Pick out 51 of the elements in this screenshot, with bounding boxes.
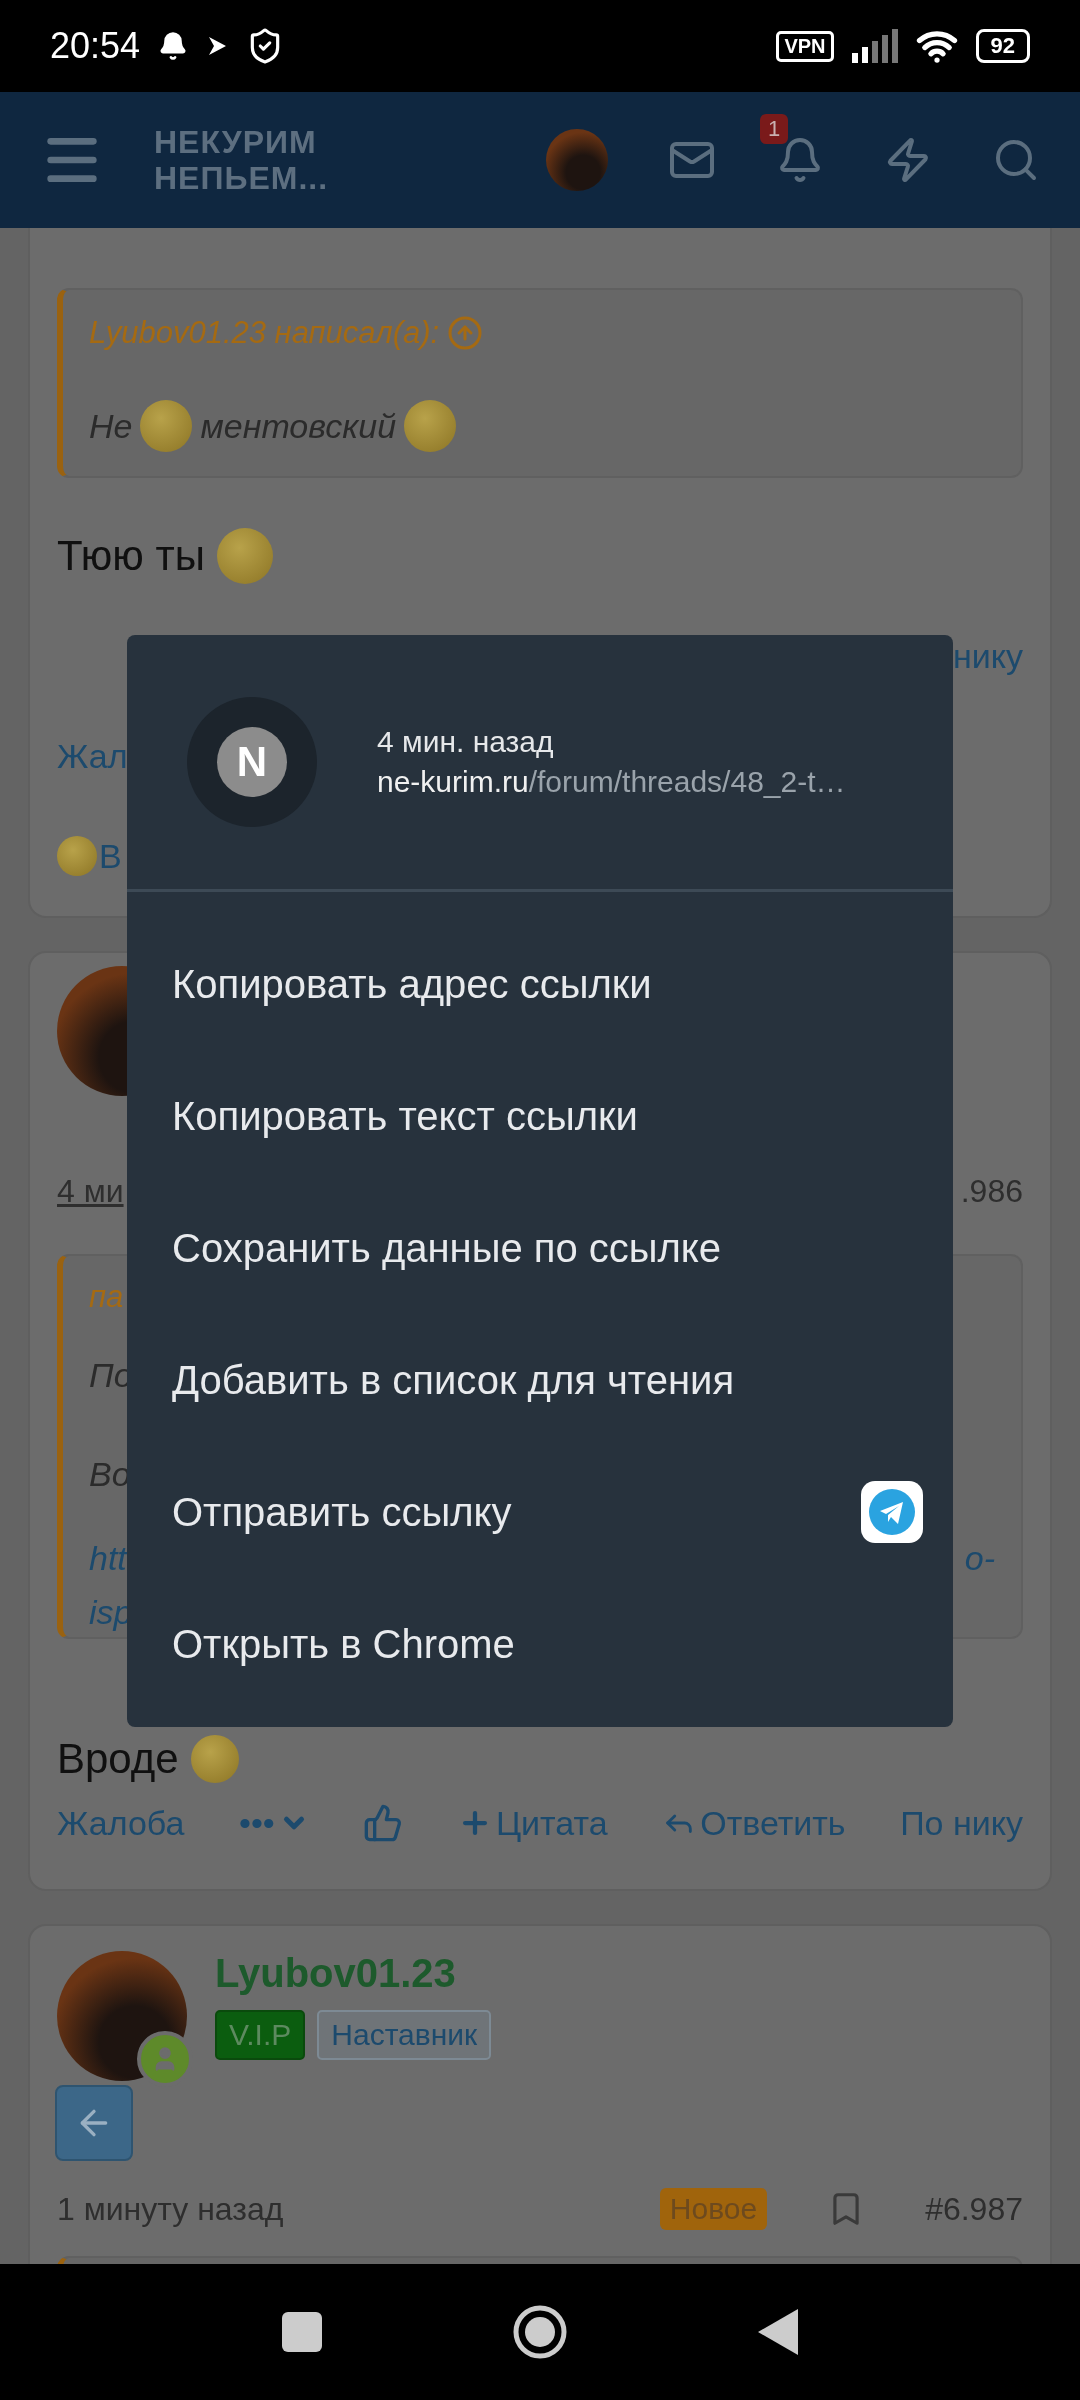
favicon-letter: N xyxy=(217,727,287,797)
menu-item[interactable]: Сохранить данные по ссылке xyxy=(127,1182,953,1314)
telegram-icon[interactable] xyxy=(861,1481,923,1543)
quote-link[interactable]: htt xyxy=(89,1538,127,1578)
report-link[interactable]: Жалоба xyxy=(57,1803,185,1843)
post-message: Тюю ты xyxy=(57,532,205,580)
quote-author[interactable]: па xyxy=(89,1278,124,1315)
user-title-tag: Наставник xyxy=(317,2010,492,2060)
quote-author[interactable]: Lyubov01.23 написал(а): xyxy=(89,315,440,351)
notification-count: 1 xyxy=(760,114,789,144)
link-url: ne-kurim.ru/forum/threads/48_2-t… xyxy=(377,765,846,799)
post-number[interactable]: #6.987 xyxy=(925,2190,1023,2228)
back-triangle-icon[interactable] xyxy=(758,2309,798,2355)
quote-text: ментовский xyxy=(200,406,397,446)
menu-item[interactable]: Добавить в список для чтения xyxy=(127,1314,953,1446)
battery-indicator: 92 xyxy=(975,29,1030,63)
post-number[interactable]: .986 xyxy=(960,1172,1023,1210)
menu-item[interactable]: Копировать текст ссылки xyxy=(127,1050,953,1182)
menu-item[interactable]: Копировать адрес ссылки xyxy=(127,918,953,1050)
nick-link[interactable]: По нику xyxy=(900,1803,1023,1843)
back-button[interactable] xyxy=(55,2085,133,2161)
reaction-link[interactable]: В xyxy=(99,836,122,876)
link-time: 4 мин. назад xyxy=(377,725,555,759)
emoji-icon xyxy=(140,400,193,452)
more-button[interactable]: ••• xyxy=(239,1803,309,1843)
post-message: Вроде xyxy=(57,1735,179,1783)
emoji-icon xyxy=(57,836,97,876)
logo-text: НЕКУРИМ xyxy=(154,124,318,160)
quote-link[interactable]: Цитата xyxy=(457,1803,608,1843)
site-logo[interactable]: НЕКУРИМ НЕПЬЕМ... xyxy=(154,124,329,196)
nick-link[interactable]: нику xyxy=(952,636,1023,676)
square-icon[interactable] xyxy=(282,2312,322,2352)
clock-time: 20:54 xyxy=(50,25,141,67)
quote-link[interactable]: o- xyxy=(964,1538,995,1578)
menu-item[interactable]: Отправить ссылку xyxy=(127,1446,953,1578)
logo-text: НЕПЬЕМ... xyxy=(154,160,329,196)
report-link[interactable]: Жал xyxy=(57,736,128,776)
quote-text: Не xyxy=(89,406,133,446)
reply-link[interactable]: Ответить xyxy=(662,1803,846,1843)
post-time[interactable]: 1 минуту назад xyxy=(57,2190,284,2228)
author-name[interactable]: Lyubov01.23 xyxy=(215,1951,456,1996)
emoji-icon xyxy=(404,400,457,452)
like-icon[interactable] xyxy=(363,1803,404,1843)
user-title-tag: V.I.P xyxy=(215,2010,306,2060)
home-circle-icon[interactable] xyxy=(512,2304,568,2360)
menu-item[interactable]: Открыть в Chrome xyxy=(127,1578,953,1710)
vpn-indicator: VPN xyxy=(776,30,834,62)
menu-item-label: Отправить ссылку xyxy=(172,1489,512,1535)
post-time[interactable]: 4 ми xyxy=(57,1172,124,1210)
signal-icon xyxy=(851,29,898,63)
emoji-icon xyxy=(190,1735,239,1783)
